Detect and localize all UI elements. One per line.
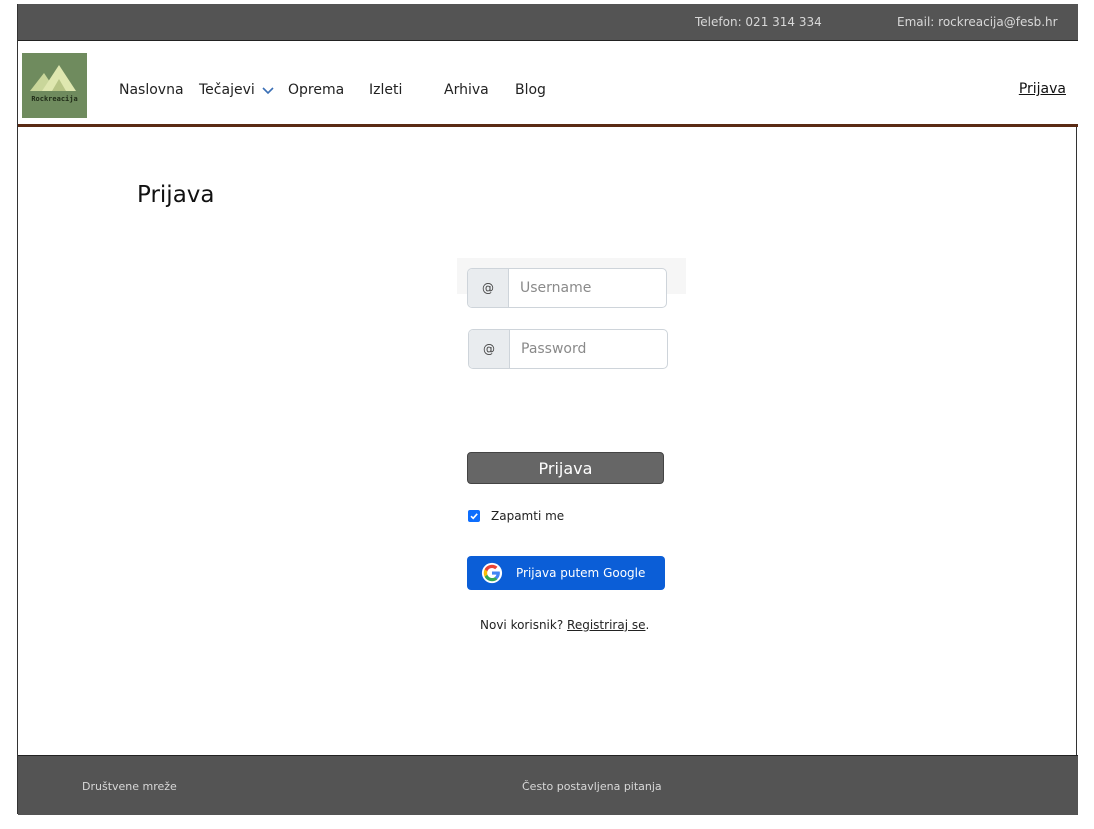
remember-me-checkbox[interactable] <box>468 510 480 522</box>
nav-arhiva[interactable]: Arhiva <box>444 82 489 98</box>
chevron-down-icon[interactable] <box>261 82 275 101</box>
signup-suffix: . <box>645 618 650 632</box>
footer-social-link[interactable]: Društvene mreže <box>82 780 177 793</box>
google-login-label: Prijava putem Google <box>516 566 646 580</box>
at-icon: @ <box>468 269 509 307</box>
username-field-group: @ <box>467 268 667 308</box>
nav-naslovna[interactable]: Naslovna <box>119 82 184 98</box>
nav-tecajevi[interactable]: Tečajevi <box>199 82 255 98</box>
login-link[interactable]: Prijava <box>1019 81 1066 97</box>
username-input[interactable] <box>509 269 666 307</box>
remember-me-label[interactable]: Zapamti me <box>491 509 564 523</box>
at-icon: @ <box>469 330 510 368</box>
main-navbar: Rockreacija Naslovna Tečajevi Oprema Izl… <box>18 41 1078 127</box>
google-login-button[interactable]: Prijava putem Google <box>467 556 665 590</box>
nav-blog[interactable]: Blog <box>515 82 546 98</box>
page-frame: Telefon: 021 314 334 Email: rockreacija@… <box>17 4 1078 815</box>
nav-izleti[interactable]: Izleti <box>369 82 402 98</box>
signup-prefix: Novi korisnik? <box>480 618 564 632</box>
password-field-group: @ <box>468 329 668 369</box>
footer: Društvene mreže Često postavljena pitanj… <box>18 755 1078 815</box>
password-input[interactable] <box>510 330 667 368</box>
mountain-logo-icon <box>30 65 76 91</box>
footer-faq-link[interactable]: Često postavljena pitanja <box>522 780 662 793</box>
logo-text: Rockreacija <box>31 95 78 103</box>
remember-me: Zapamti me <box>468 509 564 523</box>
signup-prompt: Novi korisnik? Registriraj se. <box>480 618 649 632</box>
top-contact-bar: Telefon: 021 314 334 Email: rockreacija@… <box>18 4 1078 41</box>
register-link[interactable]: Registriraj se <box>567 618 645 632</box>
login-submit-button[interactable]: Prijava <box>467 452 664 484</box>
nav-oprema[interactable]: Oprema <box>288 82 344 98</box>
google-icon <box>481 562 503 584</box>
contact-phone: Telefon: 021 314 334 <box>695 15 822 29</box>
site-logo[interactable]: Rockreacija <box>22 53 87 118</box>
page-title: Prijava <box>137 182 215 208</box>
contact-email: Email: rockreacija@fesb.hr <box>897 15 1058 29</box>
